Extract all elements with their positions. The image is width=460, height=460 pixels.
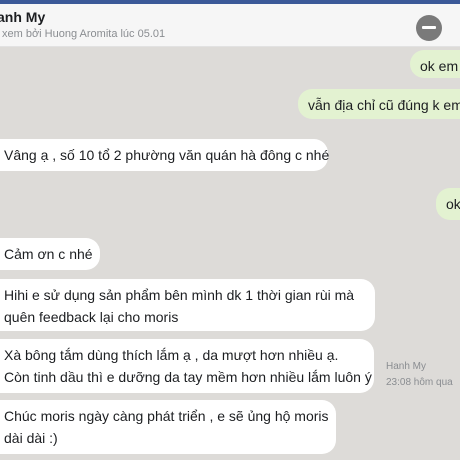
message-bubble-outgoing: vẫn địa chỉ cũ đúng k em (298, 89, 460, 119)
message-timestamp: 23:08 hôm qua (386, 377, 453, 388)
message-text: ok (446, 196, 460, 212)
minus-circle-icon[interactable] (416, 15, 442, 41)
contact-name: anh My (0, 9, 46, 25)
message-bubble-incoming: Cảm ơn c nhé (0, 238, 100, 270)
message-bubble-incoming: Xà bông tắm dùng thích lắm ạ , da mượt h… (0, 339, 374, 393)
message-text-line: Xà bông tắm dùng thích lắm ạ , da mượt h… (4, 347, 339, 363)
message-text-line: Chúc moris ngày càng phát triển , e sẽ ủ… (4, 408, 329, 424)
message-text-line: quên feedback lại cho moris (4, 309, 179, 325)
message-text-line: Hihi e sử dụng sản phẩm bên mình dk 1 th… (4, 287, 355, 303)
message-bubble-outgoing: ok (436, 188, 460, 220)
message-bubble-incoming: Chúc moris ngày càng phát triển , e sẽ ủ… (0, 400, 336, 454)
message-text: Cảm ơn c nhé (4, 246, 93, 262)
sender-name: Hanh My (386, 361, 427, 372)
chat-header: anh My xem bởi Huong Aromita lúc 05.01 (0, 4, 460, 47)
message-bubble-incoming: Vâng ạ , số 10 tổ 2 phường văn quán hà đ… (0, 139, 330, 171)
message-text: vẫn địa chỉ cũ đúng k em (308, 97, 460, 113)
message-bubble-incoming: Hihi e sử dụng sản phẩm bên mình dk 1 th… (0, 279, 375, 331)
message-text: ok em (420, 58, 459, 74)
message-text-line: Còn tinh dầu thì e dưỡng da tay mềm hơn … (4, 369, 372, 385)
message-text: Vâng ạ , số 10 tổ 2 phường văn quán hà đ… (4, 147, 330, 163)
message-bubble-outgoing: ok em (410, 50, 460, 78)
seen-status: xem bởi Huong Aromita lúc 05.01 (2, 28, 166, 40)
message-text-line: dài dài :) (4, 430, 58, 446)
